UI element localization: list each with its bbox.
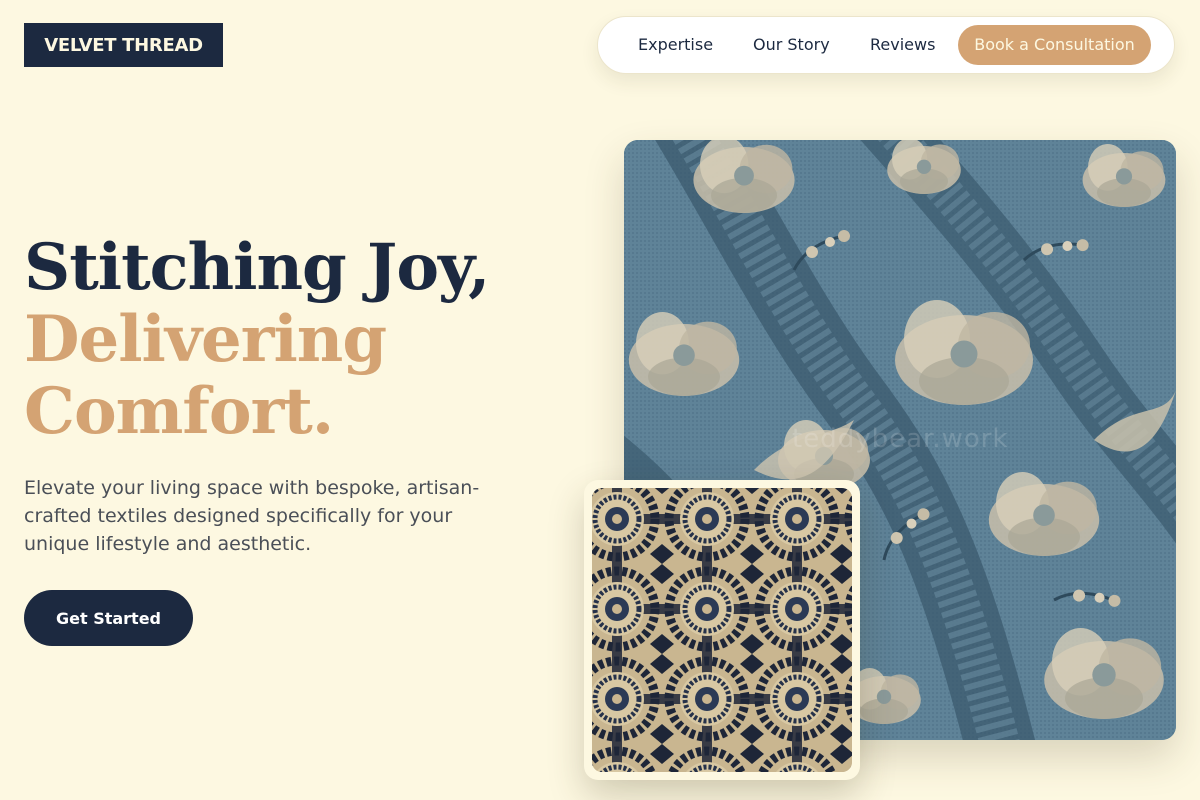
landing-page: VELVET THREAD Expertise Our Story Review… bbox=[0, 0, 1200, 800]
fabric-swatch-card bbox=[584, 480, 860, 780]
hero-subcopy: Elevate your living space with bespoke, … bbox=[24, 477, 480, 555]
headline-line-1: Stitching Joy, bbox=[24, 230, 490, 305]
image-watermark: teddybear.work bbox=[792, 424, 1009, 454]
headline-line-2: Delivering bbox=[24, 302, 387, 377]
medallion-pattern bbox=[592, 488, 852, 772]
nav-link-expertise[interactable]: Expertise bbox=[638, 17, 713, 73]
get-started-label: Get Started bbox=[55, 608, 161, 628]
brand-logo[interactable]: VELVET THREAD bbox=[24, 23, 223, 67]
get-started-button[interactable]: Get Started bbox=[24, 590, 193, 646]
hero-headline: Stitching Joy, Delivering Comfort. bbox=[24, 230, 490, 449]
nav-link-reviews[interactable]: Reviews bbox=[870, 17, 935, 73]
headline-line-3: Comfort. bbox=[24, 374, 334, 449]
book-consultation-button[interactable]: Book a Consultation bbox=[958, 25, 1151, 65]
fabric-swatch-image bbox=[592, 488, 852, 772]
brand-logo-text: VELVET THREAD bbox=[44, 34, 203, 56]
top-nav: Expertise Our Story Reviews Book a Consu… bbox=[597, 16, 1175, 74]
nav-link-our-story[interactable]: Our Story bbox=[753, 17, 830, 73]
